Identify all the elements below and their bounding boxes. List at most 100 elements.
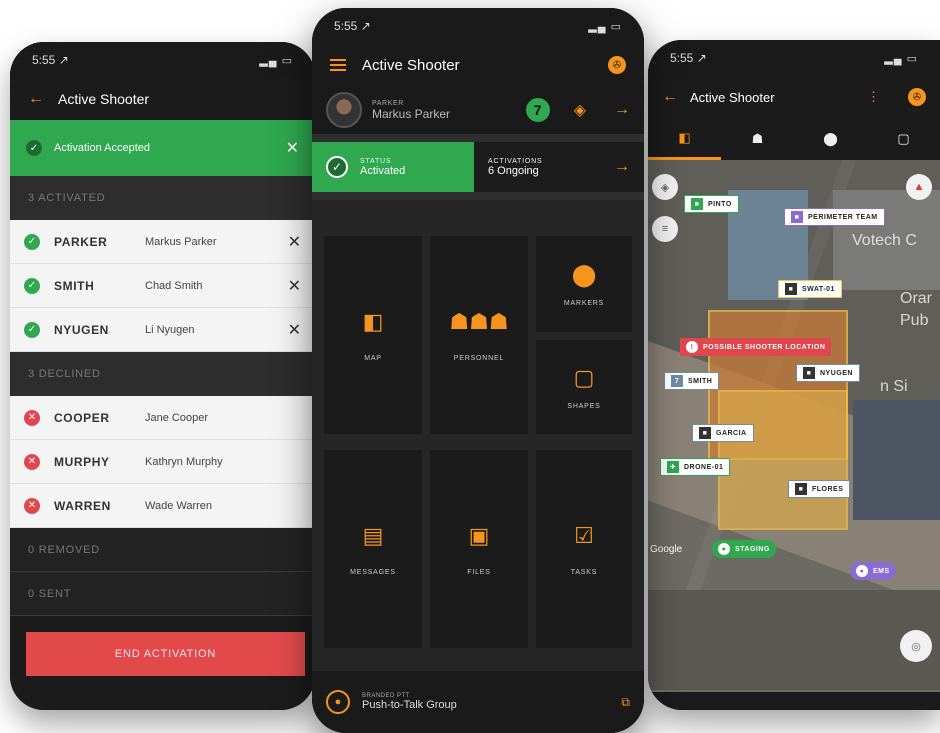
unit-icon: 7	[671, 375, 683, 387]
ems-icon: ●	[856, 565, 868, 577]
center-phone: 5:55 ↗ ▂▄ ▭ Active Shooter ✇ PARKER Mark…	[312, 8, 644, 733]
section-sent: 0 SENT	[10, 572, 315, 616]
tile-label: MESSAGES	[350, 568, 396, 576]
map-tag-garcia[interactable]: ■ GARCIA	[692, 424, 754, 442]
list-item[interactable]: ✕ WARREN Wade Warren	[10, 484, 315, 528]
location-target-icon[interactable]: ◈	[574, 100, 586, 120]
close-icon[interactable]: ✕	[286, 138, 299, 158]
list-item[interactable]: ✓ NYUGEN Li Nyugen ✕	[10, 308, 315, 352]
app-header: ← Active Shooter ⋮ ✇	[648, 76, 940, 118]
tile-shapes[interactable]: ▢ SHAPES	[536, 340, 632, 434]
hazard-icon[interactable]: ✇	[908, 88, 926, 106]
map-tag-drone[interactable]: ✈ DRONE-01	[660, 458, 731, 476]
unit-icon: ■	[699, 427, 711, 439]
shapes-icon: ▢	[573, 364, 595, 390]
locate-icon[interactable]: ◎	[900, 630, 932, 662]
tag-label: SWAT-01	[802, 285, 835, 293]
section-removed: 0 REMOVED	[10, 528, 315, 572]
ptt-bar[interactable]: ● BRANDED PTT Push-to-Talk Group ⧉	[312, 671, 644, 733]
parking-lot	[648, 590, 940, 690]
remove-icon[interactable]: ✕	[288, 232, 301, 252]
hazard-icon[interactable]: ✇	[608, 56, 626, 74]
more-icon[interactable]: ⋮	[867, 89, 880, 105]
section-declined: 3 DECLINED	[10, 352, 315, 396]
forward-arrow-icon[interactable]: →	[614, 101, 630, 119]
ptt-group: Push-to-Talk Group	[362, 699, 457, 711]
tab-personnel[interactable]: ☗	[721, 118, 794, 160]
ptt-channel-badge[interactable]: 7	[525, 98, 550, 122]
tag-label: DRONE-01	[684, 463, 724, 471]
back-arrow-icon[interactable]: ←	[662, 88, 678, 106]
status-card[interactable]: ✓ STATUS Activated	[312, 142, 474, 192]
map-tag-nyugen[interactable]: ■ NYUGEN	[796, 364, 860, 382]
tile-messages[interactable]: ▤ MESSAGES	[324, 450, 422, 648]
microphone-icon[interactable]: ●	[326, 690, 350, 714]
map-tabs: ◧ ☗ ⬤ ▢	[648, 118, 940, 160]
remove-icon[interactable]: ✕	[288, 276, 301, 296]
tab-markers[interactable]: ⬤	[794, 118, 867, 160]
tile-map[interactable]: ◧ MAP	[324, 236, 422, 434]
tile-tasks[interactable]: ☑ TASKS	[536, 450, 632, 648]
left-phone: 5:55 ↗ ▂▄ ▭ ← Active Shooter ✓ Activatio…	[10, 42, 315, 710]
status-value: Activated	[360, 164, 406, 177]
tasks-icon: ☑	[574, 522, 594, 548]
map-text: Pub	[900, 312, 929, 329]
tag-label: EMS	[873, 567, 890, 575]
map-icon: ◧	[362, 308, 384, 334]
tab-shapes[interactable]: ▢	[867, 118, 940, 160]
map-text: Votech C	[852, 232, 917, 249]
satellite-map[interactable]: Votech C Orar Pub n Si ◈ ≡ ▲ ◎ ■ PINTO ■ P…	[648, 160, 940, 692]
dashboard-screen: 5:55 ↗ ▂▄ ▭ Active Shooter ✇ PARKER Mark…	[312, 8, 644, 733]
last-name: COOPER	[54, 410, 110, 425]
tile-label: TASKS	[570, 568, 598, 576]
full-name: Markus Parker	[145, 235, 217, 248]
full-name: Wade Warren	[145, 499, 213, 512]
external-link-icon[interactable]: ⧉	[621, 695, 630, 710]
full-name: Kathryn Murphy	[145, 455, 223, 468]
map-tag-smith[interactable]: 7 SMITH	[664, 372, 720, 390]
map-tag-flores[interactable]: ■ FLORES	[788, 480, 851, 498]
layers-icon[interactable]: ◈	[652, 174, 678, 200]
tile-markers[interactable]: ⬤ MARKERS	[536, 236, 632, 332]
list-item[interactable]: ✕ COOPER Jane Cooper	[10, 396, 315, 440]
activations-card[interactable]: ACTIVATIONS 6 Ongoing →	[474, 142, 644, 192]
back-arrow-icon[interactable]: ←	[28, 90, 44, 108]
page-title: Active Shooter	[58, 91, 150, 107]
status-label: STATUS	[360, 157, 392, 165]
map-tag-ems[interactable]: ● EMS	[850, 562, 896, 580]
declined-icon: ✕	[24, 453, 40, 470]
end-activation-button[interactable]: END ACTIVATION	[26, 632, 305, 676]
avatar[interactable]	[326, 92, 362, 128]
user-bar: PARKER Markus Parker 7 ◈ →	[312, 86, 644, 142]
full-name: Chad Smith	[145, 279, 203, 292]
list-item[interactable]: ✓ SMITH Chad Smith ✕	[10, 264, 315, 308]
perimeter-zone	[718, 390, 848, 530]
unit-icon: ■	[791, 211, 803, 223]
app-header: Active Shooter ✇	[312, 44, 644, 86]
map-tag-pinto[interactable]: ■ PINTO	[684, 195, 739, 213]
tile-label: MAP	[364, 354, 382, 362]
map-tag-possible-shooter[interactable]: ! POSSIBLE SHOOTER LOCATION	[680, 338, 832, 356]
status-time: 5:55 ↗	[670, 51, 707, 65]
last-name: WARREN	[54, 498, 111, 513]
menu-icon[interactable]	[330, 59, 346, 71]
map-tag-swat[interactable]: ■ SWAT-01	[778, 280, 842, 298]
building	[853, 400, 940, 520]
filter-icon[interactable]: ≡	[652, 216, 678, 242]
check-icon: ✓	[24, 277, 40, 294]
list-item[interactable]: ✓ PARKER Markus Parker ✕	[10, 220, 315, 264]
compass-icon[interactable]: ▲	[906, 174, 932, 200]
unit-icon: ■	[803, 367, 815, 379]
remove-icon[interactable]: ✕	[288, 320, 301, 340]
drone-icon: ✈	[667, 461, 679, 473]
tile-personnel[interactable]: ☗☗☗ PERSONNEL	[430, 236, 528, 434]
map-tag-perimeter-team[interactable]: ■ PERIMETER TEAM	[784, 208, 885, 226]
map-screen: 5:55 ↗ ▂▄ ▭ ← Active Shooter ⋮ ✇ ◧ ☗ ⬤ ▢…	[648, 40, 940, 710]
tab-map[interactable]: ◧	[648, 118, 721, 160]
signal-battery-icon: ▂▄ ▭	[884, 52, 918, 65]
map-tag-staging[interactable]: ● STAGING	[712, 540, 776, 558]
activation-details-screen: 5:55 ↗ ▂▄ ▭ ← Active Shooter ✓ Activatio…	[10, 42, 315, 710]
list-item[interactable]: ✕ MURPHY Kathryn Murphy	[10, 440, 315, 484]
tile-files[interactable]: ▣ FILES	[430, 450, 528, 648]
status-row: ✓ STATUS Activated ACTIVATIONS 6 Ongoing…	[312, 142, 644, 200]
